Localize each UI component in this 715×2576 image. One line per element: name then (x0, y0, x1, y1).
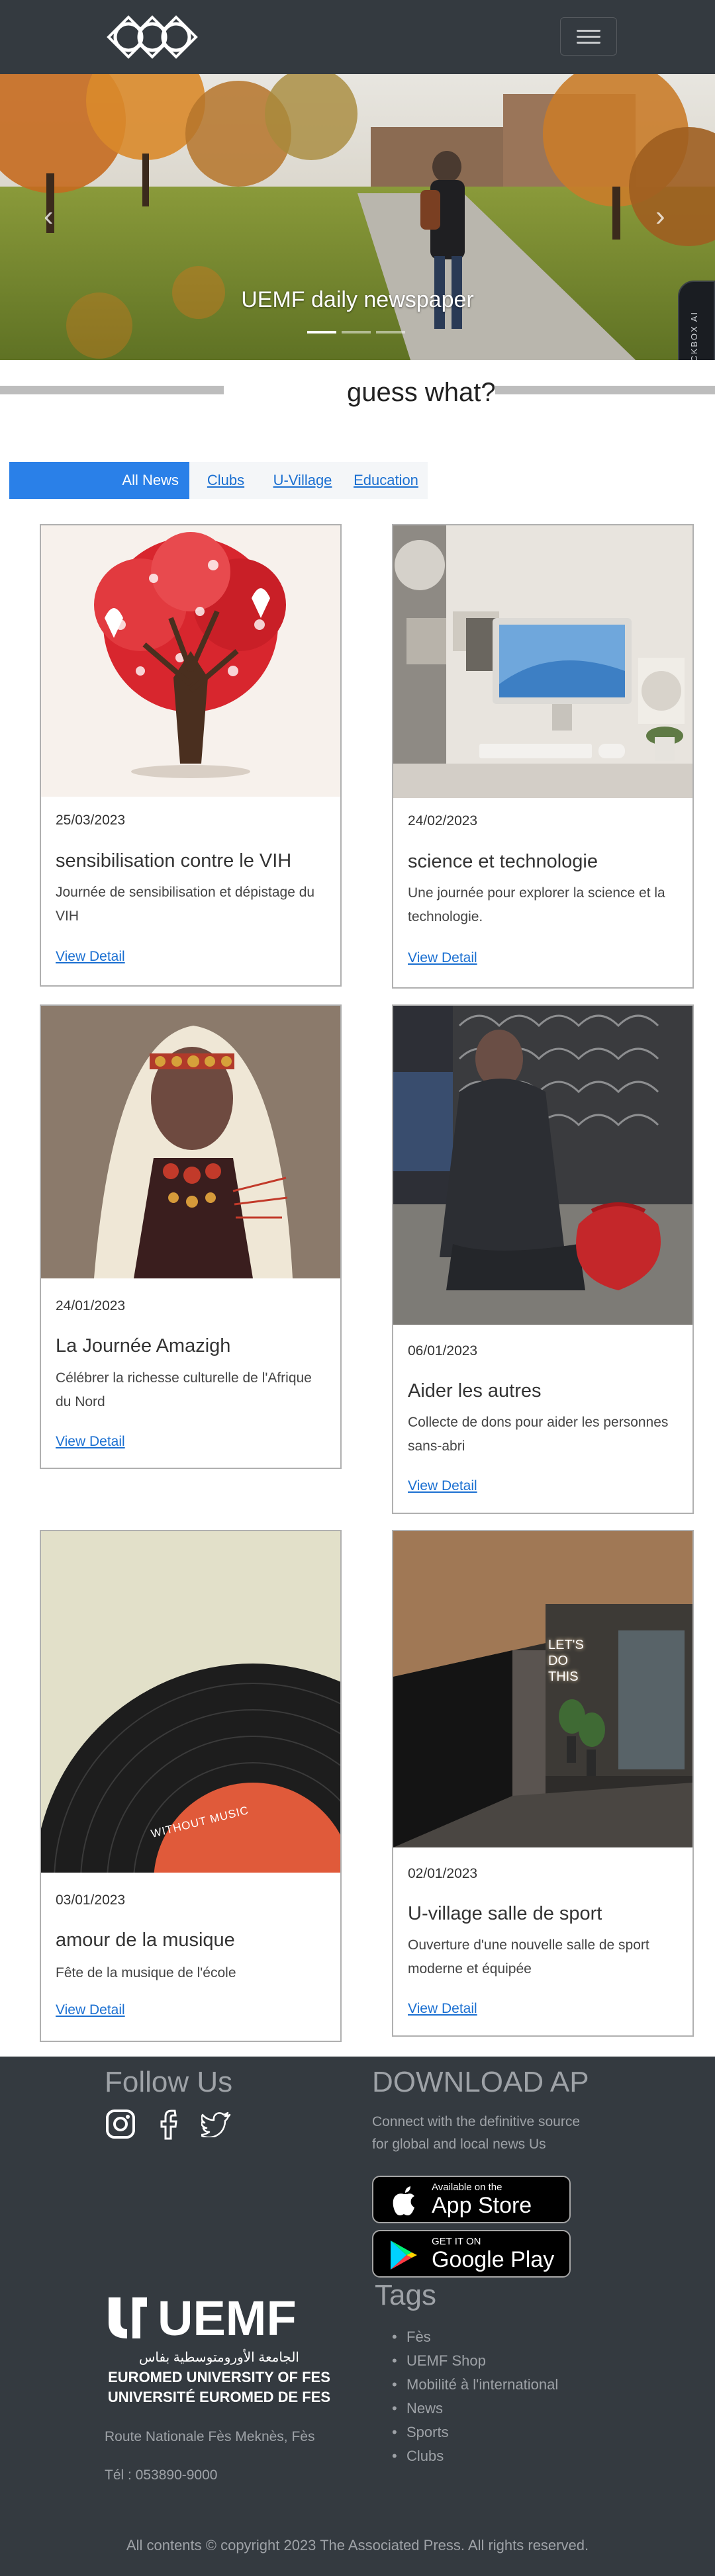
footer-address: Route Nationale Fès Meknès, Fès (105, 2429, 315, 2444)
carousel-indicator[interactable] (342, 331, 371, 333)
tags-list: Fès UEMF Shop Mobilité à l'international… (388, 2325, 558, 2468)
copyright-text: All contents © copyright 2023 The Associ… (126, 2537, 589, 2554)
tag-link[interactable]: UEMF Shop (388, 2349, 558, 2373)
hero-caption: UEMF daily newspaper (241, 287, 474, 312)
hero-image (0, 74, 715, 360)
footer-phone: Tél : 053890-9000 (105, 2467, 218, 2483)
download-text-line-2: for global and local news Us (372, 2137, 546, 2152)
amazigh-woman-illustration (41, 1006, 340, 1278)
card-image: LET'S DO THIS (393, 1531, 692, 1847)
card-date: 03/01/2023 (56, 1892, 126, 1908)
hamburger-icon (577, 30, 600, 32)
menu-toggle-button[interactable] (560, 17, 617, 56)
twitter-icon[interactable] (201, 2111, 232, 2137)
uemf-logo-text: UEMF (158, 2291, 297, 2346)
tab-u-village[interactable]: U-Village (260, 462, 346, 499)
view-detail-link[interactable]: View Detail (408, 950, 477, 966)
blackbox-ai-widget[interactable]: BLACKBOX AI (678, 281, 715, 360)
desk-computer-photo (393, 525, 692, 798)
navbar (0, 0, 715, 74)
card-image (393, 1006, 692, 1325)
view-detail-link[interactable]: View Detail (56, 1434, 125, 1450)
card-description: Célébrer la richesse culturelle de l'Afr… (56, 1370, 312, 1409)
card-description: Collecte de dons pour aider les personne… (408, 1415, 669, 1454)
red-ribbon-tree-illustration (94, 532, 286, 778)
card-date: 25/03/2023 (56, 813, 126, 828)
download-text-line-1: Connect with the definitive source (372, 2114, 581, 2129)
card-title: sensibilisation contre le VIH (56, 850, 292, 871)
news-card: 24/02/2023 science et technologie Une jo… (392, 524, 694, 989)
card-title: Aider les autres (408, 1380, 542, 1401)
tag-link[interactable]: News (388, 2397, 558, 2421)
tab-education[interactable]: Education (344, 462, 428, 499)
card-title: U-village salle de sport (408, 1903, 602, 1924)
tab-clubs[interactable]: Clubs (196, 462, 256, 499)
section-divider-right (495, 386, 715, 394)
card-description: Journée de sensibilisation et dépistage … (56, 885, 315, 924)
carousel-indicator[interactable] (307, 331, 336, 333)
google-play-button[interactable]: GET IT ON Google Play (372, 2230, 571, 2278)
news-card: 06/01/2023 Aider les autres Collecte de … (392, 1004, 694, 1514)
card-image (393, 525, 692, 798)
tab-all-news[interactable]: All News (9, 462, 189, 499)
neon-sign-text: LET'S DO THIS (548, 1638, 584, 1684)
card-date: 02/01/2023 (408, 1866, 478, 1881)
download-app-title: DOWNLOAD AP (372, 2066, 589, 2098)
google-play-small-text: GET IT ON (432, 2236, 481, 2247)
uemf-french-name: UNIVERSITÉ EUROMED DE FES (107, 2389, 331, 2405)
card-date: 24/02/2023 (408, 813, 478, 828)
hero-carousel: ‹ › UEMF daily newspaper BLACKBOX AI (0, 74, 715, 360)
apple-icon (393, 2186, 414, 2215)
tags-title: Tags (375, 2279, 436, 2311)
card-description: Une journée pour explorer la science et … (408, 885, 665, 924)
section-divider-left (0, 386, 224, 394)
news-card: 24/01/2023 La Journée Amazigh Célébrer l… (40, 1004, 342, 1469)
uemf-english-name: EUROMED UNIVERSITY OF FES (108, 2369, 330, 2385)
view-detail-link[interactable]: View Detail (408, 2001, 477, 2017)
facebook-icon[interactable] (158, 2108, 184, 2140)
blackbox-ai-label: BLACKBOX AI (689, 311, 699, 360)
tag-link[interactable]: Sports (388, 2421, 558, 2444)
card-description: Fête de la musique de l'école (56, 1965, 236, 1980)
card-description: Ouverture d'une nouvelle salle de sport … (408, 1937, 649, 1976)
carousel-next-icon[interactable]: › (655, 200, 665, 233)
google-play-icon (391, 2241, 417, 2270)
tag-link[interactable]: Clubs (388, 2444, 558, 2468)
view-detail-link[interactable]: View Detail (408, 1478, 477, 1494)
app-store-button[interactable]: Available on the App Store (372, 2176, 571, 2223)
view-detail-link[interactable]: View Detail (56, 2002, 125, 2018)
card-date: 06/01/2023 (408, 1343, 478, 1358)
site-logo[interactable] (106, 15, 199, 60)
card-image (41, 525, 340, 797)
news-card: 25/03/2023 sensibilisation contre le VIH… (40, 524, 342, 987)
view-detail-link[interactable]: View Detail (56, 949, 125, 965)
tag-link[interactable]: Mobilité à l'international (388, 2373, 558, 2397)
card-image (41, 1006, 340, 1278)
footer: Follow Us DOWNLOAD AP Connect with the d… (0, 2057, 715, 2576)
gym-photo (393, 1531, 692, 1847)
uemf-logo-icon (109, 2297, 147, 2338)
news-card: LET'S DO THIS 02/01/2023 U-village salle… (392, 1530, 694, 2037)
instagram-icon[interactable] (105, 2108, 136, 2140)
carousel-prev-icon[interactable]: ‹ (44, 200, 54, 233)
section-title: guess what? (347, 378, 496, 407)
news-card: WITHOUT MUSIC 03/01/2023 amour de la mus… (40, 1530, 342, 2042)
app-store-label: App Store (432, 2193, 532, 2218)
category-tabs: All News Clubs U-Village Education (9, 462, 428, 499)
google-play-label: Google Play (432, 2247, 555, 2272)
tag-link[interactable]: Fès (388, 2325, 558, 2349)
follow-us-title: Follow Us (105, 2066, 233, 2098)
tab-label: All News (122, 472, 179, 488)
card-date: 24/01/2023 (56, 1298, 126, 1313)
card-title: amour de la musique (56, 1930, 235, 1951)
uemf-arabic-name: الجامعة الأورومتوسطية بفاس (139, 2350, 299, 2365)
app-store-small-text: Available on the (432, 2182, 502, 2193)
card-title: science et technologie (408, 851, 598, 872)
person-sitting-street-photo (393, 1006, 692, 1325)
card-image: WITHOUT MUSIC (41, 1531, 340, 1873)
carousel-indicator[interactable] (376, 331, 405, 333)
card-title: La Journée Amazigh (56, 1335, 231, 1356)
